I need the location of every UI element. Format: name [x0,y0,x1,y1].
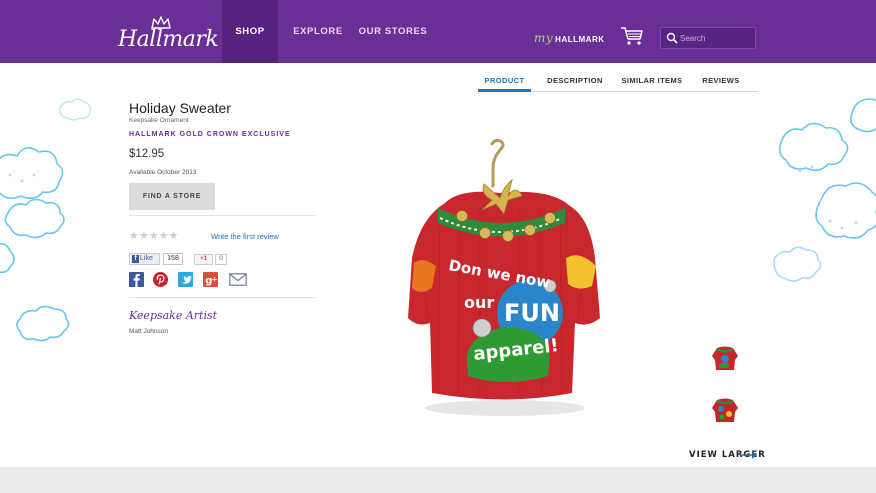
tab-similar-items[interactable]: SIMILAR ITEMS [620,76,684,92]
availability-text: Available October 2013 [129,169,197,176]
arrow-right-icon [740,451,758,459]
divider [129,297,315,298]
my-label: my [534,31,554,45]
product-subtitle: Keepsake Ornament [129,117,189,124]
shopping-cart-icon[interactable] [620,26,644,46]
svg-text:our: our [464,293,494,312]
artist-name: Matt Johnson [129,328,169,335]
hallmark-logo[interactable]: Hallmark [118,16,219,52]
product-image-holiday-sweater[interactable]: Don we now our FUN apparel! [400,138,610,423]
exclusive-badge[interactable]: HALLMARK GOLD CROWN EXCLUSIVE [129,131,291,138]
google-plus-one-button[interactable]: +1 [194,254,213,265]
footer-band [0,467,876,493]
my-hallmark-label: HALLMARK [555,35,605,44]
facebook-f-icon: f [132,255,139,263]
nav-shop[interactable]: SHOP [222,0,278,63]
svg-text:+: + [212,275,218,283]
tab-reviews[interactable]: REVIEWS [698,76,744,92]
write-review-link[interactable]: Write the first review [211,232,279,241]
keepsake-artist-label: Keepsake Artist [129,309,218,322]
pinterest-icon[interactable] [153,272,168,287]
google-plus-icon[interactable]: g + [203,272,218,287]
google-plus-count: 0 [215,254,227,265]
svg-text:FUN: FUN [504,299,560,327]
thumbnail-front[interactable] [708,340,742,374]
facebook-like-label: Like [140,255,153,262]
nav-explore[interactable]: EXPLORE [286,0,350,63]
logo-text: Hallmark [118,27,219,52]
product-title: Holiday Sweater [129,100,231,116]
active-tab-indicator [478,89,531,92]
nav-our-stores[interactable]: OUR STORES [358,0,428,63]
my-hallmark-link[interactable]: my HALLMARK [534,31,605,45]
product-price: $12.95 [129,148,165,160]
rating-stars[interactable]: ★★★★★ [129,229,178,242]
email-icon[interactable] [229,272,247,287]
facebook-like-count: 158 [163,253,183,265]
search-icon [666,32,678,44]
find-a-store-button[interactable]: FIND A STORE [129,183,215,210]
facebook-icon[interactable] [129,272,144,287]
facebook-like-button[interactable]: f Like [129,253,160,265]
search-input[interactable] [680,31,754,45]
divider [129,215,315,216]
tab-description[interactable]: DESCRIPTION [544,76,606,92]
search-box[interactable] [660,27,756,49]
thumbnail-back[interactable] [708,392,742,426]
twitter-icon[interactable] [178,272,193,287]
